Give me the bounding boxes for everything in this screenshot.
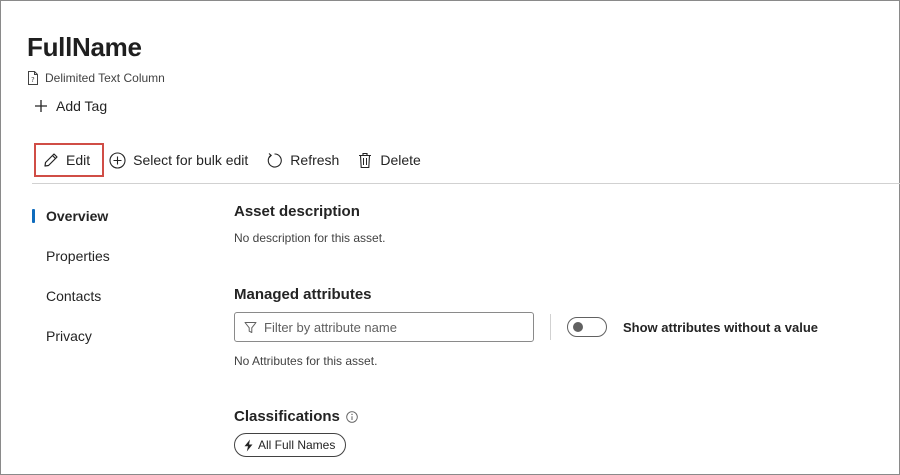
command-bar: Edit Select for bulk edit Refresh Delete bbox=[34, 143, 421, 177]
nav-item-overview[interactable]: Overview bbox=[32, 200, 182, 240]
pencil-icon bbox=[44, 153, 58, 167]
refresh-button[interactable]: Refresh bbox=[266, 143, 339, 177]
side-nav: Overview Properties Contacts Privacy bbox=[32, 200, 182, 360]
edit-button[interactable]: Edit bbox=[34, 143, 105, 177]
toolbar-divider bbox=[32, 183, 900, 184]
nav-item-contacts[interactable]: Contacts bbox=[32, 280, 182, 320]
asset-description-heading: Asset description bbox=[234, 203, 360, 220]
add-circle-icon bbox=[109, 151, 126, 169]
toggle-knob bbox=[573, 322, 583, 332]
attribute-filter-row: Show attributes without a value bbox=[234, 312, 818, 342]
svg-text:?: ? bbox=[31, 76, 35, 84]
file-column-icon: ? bbox=[28, 71, 38, 85]
add-tag-button[interactable]: Add Tag bbox=[34, 98, 107, 114]
managed-attributes-heading: Managed attributes bbox=[234, 286, 372, 303]
add-tag-label: Add Tag bbox=[56, 98, 108, 114]
attribute-filter-input[interactable] bbox=[264, 319, 514, 335]
edit-label: Edit bbox=[66, 152, 91, 168]
asset-type-label: Delimited Text Column bbox=[45, 71, 165, 85]
bulk-edit-button[interactable]: Select for bulk edit bbox=[109, 143, 248, 177]
info-icon[interactable] bbox=[346, 410, 358, 423]
show-empty-attributes-label: Show attributes without a value bbox=[623, 319, 819, 335]
lightning-icon bbox=[244, 439, 253, 451]
page-title: FullName bbox=[27, 32, 142, 62]
filter-separator bbox=[550, 314, 551, 340]
filter-icon bbox=[244, 321, 257, 333]
attribute-filter-box bbox=[234, 312, 534, 342]
attributes-empty: No Attributes for this asset. bbox=[234, 354, 378, 368]
bulk-edit-label: Select for bulk edit bbox=[133, 152, 249, 168]
classification-chip[interactable]: All Full Names bbox=[234, 433, 347, 457]
classifications-header: Classifications bbox=[234, 408, 358, 425]
plus-icon bbox=[35, 100, 47, 112]
nav-item-privacy[interactable]: Privacy bbox=[32, 320, 182, 360]
trash-icon bbox=[359, 152, 372, 168]
nav-item-properties[interactable]: Properties bbox=[32, 240, 182, 280]
classification-list: All Full Names bbox=[234, 433, 347, 457]
delete-button[interactable]: Delete bbox=[357, 143, 421, 177]
classifications-heading: Classifications bbox=[234, 408, 340, 425]
delete-label: Delete bbox=[380, 152, 421, 168]
show-empty-attributes-toggle[interactable] bbox=[567, 317, 607, 337]
asset-type: ? Delimited Text Column bbox=[27, 71, 165, 85]
refresh-label: Refresh bbox=[290, 152, 340, 168]
asset-description-empty: No description for this asset. bbox=[234, 231, 386, 245]
classification-label: All Full Names bbox=[258, 438, 336, 452]
refresh-icon bbox=[268, 152, 283, 168]
